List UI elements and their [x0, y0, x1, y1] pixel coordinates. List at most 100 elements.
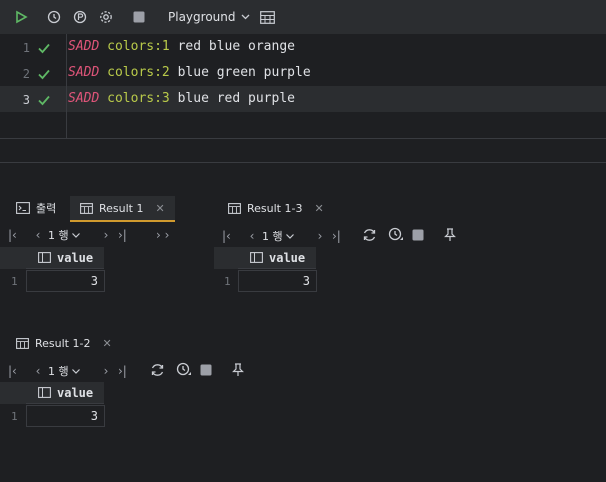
- tab-result-1[interactable]: Result 1 ✕: [70, 196, 175, 222]
- column-header-label: value: [57, 250, 94, 265]
- column-icon: [38, 387, 51, 398]
- close-icon[interactable]: ✕: [314, 202, 323, 215]
- page-selector[interactable]: 1 행: [48, 227, 94, 243]
- tab-result-1-3[interactable]: Result 1-3 ✕: [218, 196, 334, 220]
- column-icon: [38, 252, 51, 263]
- prev-page-icon[interactable]: ‹: [242, 229, 262, 243]
- first-page-icon[interactable]: |‹: [8, 364, 28, 378]
- stop-icon[interactable]: [200, 364, 232, 379]
- tab-result-1-3-label: Result 1-3: [247, 201, 303, 215]
- chevron-down-icon: [71, 232, 80, 238]
- page-selector[interactable]: 1 행: [48, 363, 94, 379]
- command-args: red blue orange: [169, 39, 295, 54]
- first-page-icon[interactable]: |‹: [222, 229, 242, 243]
- command-keyword: SADD: [68, 39, 100, 54]
- column-header-value[interactable]: value: [26, 382, 104, 404]
- pin-icon[interactable]: [232, 362, 248, 380]
- result-1-3-toolbar: |‹ ‹ 1 행 › ›|: [222, 227, 460, 245]
- table-cell[interactable]: 3: [26, 270, 105, 292]
- code-line: SADD colors:3 blue red purple: [68, 91, 295, 106]
- next-page-icon[interactable]: ›: [308, 229, 332, 243]
- grid-corner: [214, 247, 238, 269]
- line-number: 1: [22, 41, 30, 55]
- close-icon[interactable]: ✕: [102, 337, 111, 350]
- prev-page-icon[interactable]: ‹: [28, 364, 48, 378]
- last-page-icon[interactable]: ›|: [118, 364, 150, 378]
- tab-output-label: 출력: [36, 202, 57, 215]
- page-label: 1 행: [48, 229, 69, 242]
- gutter-divider: [66, 34, 67, 138]
- page-selector[interactable]: 1 행: [262, 228, 308, 244]
- column-header-label: value: [57, 385, 94, 400]
- tab-result-1-2-label: Result 1-2: [35, 336, 91, 350]
- grid-corner: [0, 382, 26, 404]
- command-keyword: SADD: [68, 91, 100, 106]
- page-label: 1 행: [262, 230, 283, 243]
- row-number: 1: [11, 410, 18, 423]
- result-1-2-toolbar: |‹ ‹ 1 행 › ›|: [8, 362, 248, 380]
- row-number: 1: [11, 275, 18, 288]
- success-check-icon: [38, 95, 50, 106]
- next-page-icon[interactable]: ›: [94, 228, 118, 242]
- p-icon[interactable]: [71, 8, 89, 26]
- next-page-icon[interactable]: ›: [94, 364, 118, 378]
- query-editor[interactable]: 1 SADD colors:1 red blue orange 2 SADD c…: [0, 34, 606, 138]
- column-header-label: value: [269, 250, 306, 265]
- code-line: SADD colors:1 red blue orange: [68, 39, 295, 54]
- page-label: 1 행: [48, 365, 69, 378]
- result-1-grid: value 1 3: [0, 247, 210, 297]
- tab-result-1-label: Result 1: [99, 201, 144, 215]
- gear-icon[interactable]: [97, 8, 115, 26]
- refresh-icon[interactable]: [150, 363, 176, 380]
- stop-icon[interactable]: [412, 229, 444, 244]
- key-name: colors:1: [107, 39, 170, 54]
- run-icon[interactable]: [12, 8, 30, 26]
- last-page-icon[interactable]: ›|: [118, 228, 156, 242]
- line-number: 2: [22, 67, 30, 81]
- tab-result-1-2[interactable]: Result 1-2 ✕: [8, 331, 120, 355]
- command-args: blue green purple: [169, 65, 311, 80]
- column-icon: [250, 252, 263, 263]
- success-check-icon: [38, 69, 50, 80]
- refresh-icon[interactable]: [362, 228, 388, 245]
- table-icon[interactable]: [258, 8, 276, 26]
- close-icon[interactable]: ✕: [155, 202, 164, 215]
- grid-corner: [0, 247, 26, 269]
- table-icon: [16, 337, 29, 349]
- stop-icon[interactable]: [130, 8, 148, 26]
- console-icon: [16, 202, 30, 214]
- chevron-down-icon: [242, 14, 250, 20]
- column-header-value[interactable]: value: [26, 247, 104, 269]
- table-icon: [228, 202, 241, 214]
- history-icon[interactable]: [45, 8, 63, 26]
- prev-page-icon[interactable]: ‹: [28, 228, 48, 242]
- table-icon: [80, 202, 93, 214]
- key-name: colors:2: [107, 65, 170, 80]
- command-keyword: SADD: [68, 65, 100, 80]
- table-cell[interactable]: 3: [26, 405, 105, 427]
- table-cell[interactable]: 3: [238, 270, 317, 292]
- chevron-down-icon: [71, 368, 80, 374]
- row-number: 1: [224, 275, 231, 288]
- divider: [0, 138, 606, 139]
- first-page-icon[interactable]: |‹: [8, 228, 28, 242]
- chevron-down-icon: [285, 233, 294, 239]
- playground-dropdown[interactable]: Playground: [168, 10, 250, 24]
- last-page-icon[interactable]: ›|: [332, 229, 362, 243]
- line-number: 3: [22, 93, 30, 107]
- code-line: SADD colors:2 blue green purple: [68, 65, 311, 80]
- main-toolbar: Playground: [0, 0, 606, 34]
- auto-refresh-icon[interactable]: [176, 362, 200, 381]
- divider: [0, 162, 606, 163]
- more-arrows-icon[interactable]: › ›: [156, 228, 186, 242]
- pin-icon[interactable]: [444, 227, 460, 245]
- column-header-value[interactable]: value: [238, 247, 316, 269]
- result-1-2-grid: value 1 3: [0, 382, 210, 432]
- result-1-toolbar: |‹ ‹ 1 행 › ›| › ›: [8, 227, 186, 243]
- playground-label: Playground: [168, 10, 236, 24]
- command-args: blue red purple: [169, 91, 295, 106]
- tab-output[interactable]: 출력: [8, 196, 64, 220]
- key-name: colors:3: [107, 91, 170, 106]
- result-1-3-grid: value 1 3: [214, 247, 334, 297]
- auto-refresh-icon[interactable]: [388, 227, 412, 246]
